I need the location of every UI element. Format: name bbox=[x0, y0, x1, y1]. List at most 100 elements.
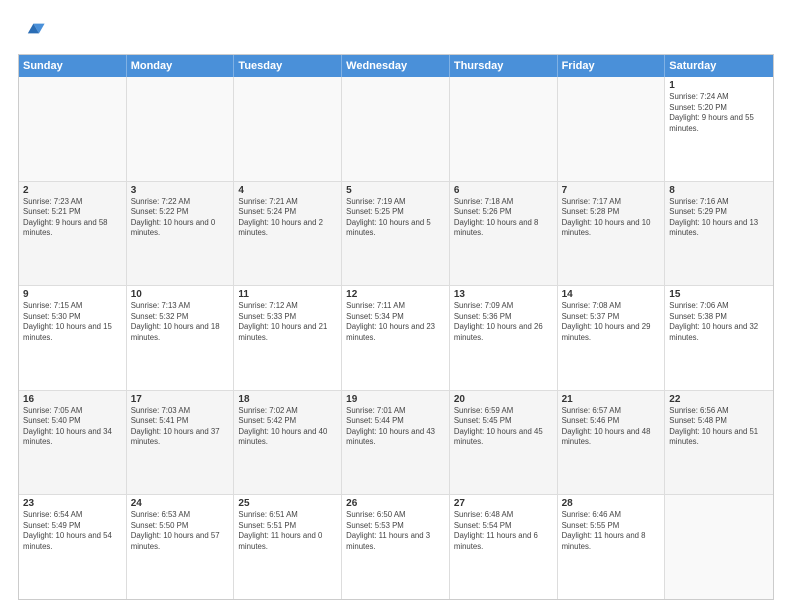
header-cell-monday: Monday bbox=[127, 55, 235, 77]
calendar-cell bbox=[342, 77, 450, 181]
logo-icon bbox=[18, 18, 46, 46]
day-number: 1 bbox=[669, 80, 769, 91]
day-number: 2 bbox=[23, 185, 122, 196]
day-info: Sunrise: 7:11 AM Sunset: 5:34 PM Dayligh… bbox=[346, 301, 445, 343]
day-number: 4 bbox=[238, 185, 337, 196]
day-info: Sunrise: 6:53 AM Sunset: 5:50 PM Dayligh… bbox=[131, 510, 230, 552]
day-number: 12 bbox=[346, 289, 445, 300]
day-number: 3 bbox=[131, 185, 230, 196]
day-number: 18 bbox=[238, 394, 337, 405]
calendar-cell: 28Sunrise: 6:46 AM Sunset: 5:55 PM Dayli… bbox=[558, 495, 666, 599]
calendar-cell: 20Sunrise: 6:59 AM Sunset: 5:45 PM Dayli… bbox=[450, 391, 558, 495]
calendar-cell bbox=[558, 77, 666, 181]
calendar-cell: 19Sunrise: 7:01 AM Sunset: 5:44 PM Dayli… bbox=[342, 391, 450, 495]
day-info: Sunrise: 7:15 AM Sunset: 5:30 PM Dayligh… bbox=[23, 301, 122, 343]
calendar-cell: 4Sunrise: 7:21 AM Sunset: 5:24 PM Daylig… bbox=[234, 182, 342, 286]
day-info: Sunrise: 7:22 AM Sunset: 5:22 PM Dayligh… bbox=[131, 197, 230, 239]
calendar-cell: 3Sunrise: 7:22 AM Sunset: 5:22 PM Daylig… bbox=[127, 182, 235, 286]
day-number: 13 bbox=[454, 289, 553, 300]
header bbox=[18, 18, 774, 46]
day-number: 25 bbox=[238, 498, 337, 509]
calendar-cell: 24Sunrise: 6:53 AM Sunset: 5:50 PM Dayli… bbox=[127, 495, 235, 599]
calendar-cell: 11Sunrise: 7:12 AM Sunset: 5:33 PM Dayli… bbox=[234, 286, 342, 390]
calendar-cell: 22Sunrise: 6:56 AM Sunset: 5:48 PM Dayli… bbox=[665, 391, 773, 495]
calendar-cell: 12Sunrise: 7:11 AM Sunset: 5:34 PM Dayli… bbox=[342, 286, 450, 390]
day-number: 19 bbox=[346, 394, 445, 405]
day-info: Sunrise: 7:05 AM Sunset: 5:40 PM Dayligh… bbox=[23, 406, 122, 448]
day-info: Sunrise: 6:46 AM Sunset: 5:55 PM Dayligh… bbox=[562, 510, 661, 552]
header-cell-sunday: Sunday bbox=[19, 55, 127, 77]
calendar-cell bbox=[19, 77, 127, 181]
calendar-cell bbox=[127, 77, 235, 181]
calendar-week-2: 2Sunrise: 7:23 AM Sunset: 5:21 PM Daylig… bbox=[19, 182, 773, 287]
day-info: Sunrise: 6:50 AM Sunset: 5:53 PM Dayligh… bbox=[346, 510, 445, 552]
day-number: 27 bbox=[454, 498, 553, 509]
calendar-cell: 25Sunrise: 6:51 AM Sunset: 5:51 PM Dayli… bbox=[234, 495, 342, 599]
calendar-cell: 2Sunrise: 7:23 AM Sunset: 5:21 PM Daylig… bbox=[19, 182, 127, 286]
day-number: 26 bbox=[346, 498, 445, 509]
calendar-cell: 21Sunrise: 6:57 AM Sunset: 5:46 PM Dayli… bbox=[558, 391, 666, 495]
calendar-cell: 7Sunrise: 7:17 AM Sunset: 5:28 PM Daylig… bbox=[558, 182, 666, 286]
day-number: 20 bbox=[454, 394, 553, 405]
day-number: 10 bbox=[131, 289, 230, 300]
day-info: Sunrise: 6:48 AM Sunset: 5:54 PM Dayligh… bbox=[454, 510, 553, 552]
day-info: Sunrise: 7:18 AM Sunset: 5:26 PM Dayligh… bbox=[454, 197, 553, 239]
day-info: Sunrise: 7:23 AM Sunset: 5:21 PM Dayligh… bbox=[23, 197, 122, 239]
header-cell-friday: Friday bbox=[558, 55, 666, 77]
calendar-cell: 13Sunrise: 7:09 AM Sunset: 5:36 PM Dayli… bbox=[450, 286, 558, 390]
header-cell-wednesday: Wednesday bbox=[342, 55, 450, 77]
day-number: 7 bbox=[562, 185, 661, 196]
day-info: Sunrise: 7:02 AM Sunset: 5:42 PM Dayligh… bbox=[238, 406, 337, 448]
calendar-week-3: 9Sunrise: 7:15 AM Sunset: 5:30 PM Daylig… bbox=[19, 286, 773, 391]
calendar-cell: 8Sunrise: 7:16 AM Sunset: 5:29 PM Daylig… bbox=[665, 182, 773, 286]
calendar-cell bbox=[665, 495, 773, 599]
day-number: 6 bbox=[454, 185, 553, 196]
calendar-cell: 26Sunrise: 6:50 AM Sunset: 5:53 PM Dayli… bbox=[342, 495, 450, 599]
calendar-header-row: SundayMondayTuesdayWednesdayThursdayFrid… bbox=[19, 55, 773, 77]
calendar-cell: 9Sunrise: 7:15 AM Sunset: 5:30 PM Daylig… bbox=[19, 286, 127, 390]
calendar-cell: 18Sunrise: 7:02 AM Sunset: 5:42 PM Dayli… bbox=[234, 391, 342, 495]
day-number: 8 bbox=[669, 185, 769, 196]
calendar-week-5: 23Sunrise: 6:54 AM Sunset: 5:49 PM Dayli… bbox=[19, 495, 773, 599]
calendar-cell bbox=[450, 77, 558, 181]
calendar-week-1: 1Sunrise: 7:24 AM Sunset: 5:20 PM Daylig… bbox=[19, 77, 773, 182]
day-info: Sunrise: 6:57 AM Sunset: 5:46 PM Dayligh… bbox=[562, 406, 661, 448]
calendar-cell: 15Sunrise: 7:06 AM Sunset: 5:38 PM Dayli… bbox=[665, 286, 773, 390]
day-info: Sunrise: 7:01 AM Sunset: 5:44 PM Dayligh… bbox=[346, 406, 445, 448]
header-cell-thursday: Thursday bbox=[450, 55, 558, 77]
day-info: Sunrise: 7:06 AM Sunset: 5:38 PM Dayligh… bbox=[669, 301, 769, 343]
day-info: Sunrise: 6:54 AM Sunset: 5:49 PM Dayligh… bbox=[23, 510, 122, 552]
day-number: 17 bbox=[131, 394, 230, 405]
calendar-cell bbox=[234, 77, 342, 181]
day-info: Sunrise: 6:56 AM Sunset: 5:48 PM Dayligh… bbox=[669, 406, 769, 448]
day-number: 24 bbox=[131, 498, 230, 509]
calendar: SundayMondayTuesdayWednesdayThursdayFrid… bbox=[18, 54, 774, 600]
calendar-week-4: 16Sunrise: 7:05 AM Sunset: 5:40 PM Dayli… bbox=[19, 391, 773, 496]
day-info: Sunrise: 7:16 AM Sunset: 5:29 PM Dayligh… bbox=[669, 197, 769, 239]
day-number: 15 bbox=[669, 289, 769, 300]
header-cell-tuesday: Tuesday bbox=[234, 55, 342, 77]
calendar-cell: 27Sunrise: 6:48 AM Sunset: 5:54 PM Dayli… bbox=[450, 495, 558, 599]
day-info: Sunrise: 7:24 AM Sunset: 5:20 PM Dayligh… bbox=[669, 92, 769, 134]
day-info: Sunrise: 7:03 AM Sunset: 5:41 PM Dayligh… bbox=[131, 406, 230, 448]
day-info: Sunrise: 6:51 AM Sunset: 5:51 PM Dayligh… bbox=[238, 510, 337, 552]
day-info: Sunrise: 7:21 AM Sunset: 5:24 PM Dayligh… bbox=[238, 197, 337, 239]
calendar-cell: 23Sunrise: 6:54 AM Sunset: 5:49 PM Dayli… bbox=[19, 495, 127, 599]
day-info: Sunrise: 7:09 AM Sunset: 5:36 PM Dayligh… bbox=[454, 301, 553, 343]
logo bbox=[18, 18, 50, 46]
calendar-cell: 5Sunrise: 7:19 AM Sunset: 5:25 PM Daylig… bbox=[342, 182, 450, 286]
calendar-body: 1Sunrise: 7:24 AM Sunset: 5:20 PM Daylig… bbox=[19, 77, 773, 599]
header-cell-saturday: Saturday bbox=[665, 55, 773, 77]
day-number: 21 bbox=[562, 394, 661, 405]
day-number: 9 bbox=[23, 289, 122, 300]
day-info: Sunrise: 6:59 AM Sunset: 5:45 PM Dayligh… bbox=[454, 406, 553, 448]
day-info: Sunrise: 7:13 AM Sunset: 5:32 PM Dayligh… bbox=[131, 301, 230, 343]
page: SundayMondayTuesdayWednesdayThursdayFrid… bbox=[0, 0, 792, 612]
calendar-cell: 16Sunrise: 7:05 AM Sunset: 5:40 PM Dayli… bbox=[19, 391, 127, 495]
day-info: Sunrise: 7:08 AM Sunset: 5:37 PM Dayligh… bbox=[562, 301, 661, 343]
day-info: Sunrise: 7:12 AM Sunset: 5:33 PM Dayligh… bbox=[238, 301, 337, 343]
day-number: 11 bbox=[238, 289, 337, 300]
calendar-cell: 1Sunrise: 7:24 AM Sunset: 5:20 PM Daylig… bbox=[665, 77, 773, 181]
calendar-cell: 10Sunrise: 7:13 AM Sunset: 5:32 PM Dayli… bbox=[127, 286, 235, 390]
day-info: Sunrise: 7:17 AM Sunset: 5:28 PM Dayligh… bbox=[562, 197, 661, 239]
